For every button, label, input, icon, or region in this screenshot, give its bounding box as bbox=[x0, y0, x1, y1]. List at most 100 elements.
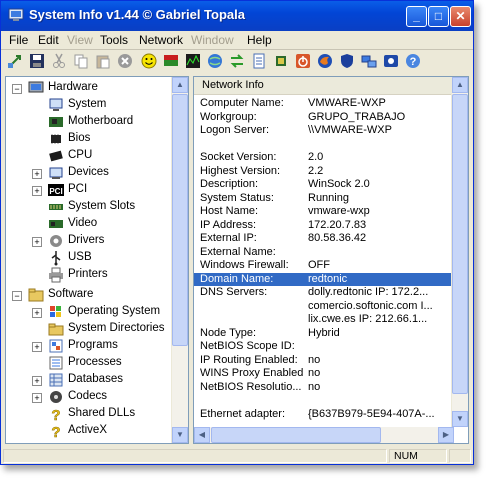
menu-file[interactable]: File bbox=[9, 33, 28, 47]
expand-icon[interactable]: + bbox=[32, 376, 42, 386]
info-row[interactable]: Ethernet adapter: {B637B979-5E94-407A-... bbox=[194, 408, 454, 421]
category-tree[interactable]: − Hardware System Motherboard Bios CPU +… bbox=[5, 76, 189, 444]
info-row[interactable]: Workgroup: GRUPO_TRABAJO bbox=[194, 111, 454, 124]
info-row[interactable]: System Status: Running bbox=[194, 192, 454, 205]
info-row[interactable]: Computer Name: VMWARE-WXP bbox=[194, 97, 454, 110]
menu-window[interactable]: Window bbox=[191, 33, 234, 47]
cpu-icon[interactable] bbox=[273, 53, 289, 69]
info-row[interactable]: Socket Version: 2.0 bbox=[194, 151, 454, 164]
tree-item-shared-dlls[interactable]: ? Shared DLLs bbox=[6, 406, 174, 423]
stop-icon[interactable] bbox=[117, 53, 133, 69]
tree-item-printers[interactable]: Printers bbox=[6, 267, 174, 284]
horizontal-scroll-thumb[interactable] bbox=[211, 427, 381, 443]
info-row[interactable]: Host Name: vmware-wxp bbox=[194, 205, 454, 218]
copy-icon[interactable] bbox=[73, 53, 89, 69]
refresh-icon[interactable] bbox=[7, 53, 23, 69]
minimize-button[interactable]: _ bbox=[406, 6, 427, 27]
expand-icon[interactable]: + bbox=[32, 237, 42, 247]
network-info-panel[interactable]: Network Info Computer Name: VMWARE-WXP Wor… bbox=[193, 76, 469, 444]
expand-icon[interactable]: + bbox=[32, 169, 42, 179]
camera-icon[interactable]: ? bbox=[405, 53, 421, 69]
tree-node-software[interactable]: − Software bbox=[6, 287, 174, 304]
smiley-icon[interactable] bbox=[141, 53, 157, 69]
shield-icon[interactable] bbox=[339, 53, 355, 69]
collapse-icon[interactable]: − bbox=[12, 291, 22, 301]
expand-icon[interactable]: + bbox=[32, 393, 42, 403]
info-row[interactable]: Logon Server: \\VMWARE-WXP bbox=[194, 124, 454, 137]
info-row[interactable]: NetBIOS Resolutio... no bbox=[194, 381, 454, 394]
info-row[interactable]: NetBIOS Scope ID: bbox=[194, 340, 454, 353]
maximize-button[interactable]: □ bbox=[428, 6, 449, 27]
tree-item-system-directories[interactable]: System Directories bbox=[6, 321, 174, 338]
tree-item-operating-system[interactable]: + Operating System bbox=[6, 304, 174, 321]
info-vertical-scrollbar[interactable]: ▲ ▼ bbox=[451, 77, 468, 427]
scroll-up-button[interactable]: ▲ bbox=[172, 77, 188, 93]
pci-icon: PCI bbox=[48, 184, 64, 196]
document-icon[interactable] bbox=[251, 53, 267, 69]
info-row[interactable]: DNS Servers: dolly.redtonic IP: 172.2... bbox=[194, 286, 454, 299]
expand-icon[interactable]: + bbox=[32, 308, 42, 318]
chart-icon[interactable] bbox=[185, 53, 201, 69]
tree-item-processes[interactable]: Processes bbox=[6, 355, 174, 372]
swap-icon[interactable] bbox=[229, 53, 245, 69]
flag-icon[interactable] bbox=[163, 53, 179, 69]
info-row[interactable] bbox=[194, 138, 454, 151]
close-button[interactable]: ✕ bbox=[450, 6, 471, 27]
info-row[interactable] bbox=[194, 394, 454, 407]
scroll-left-button[interactable]: ◀ bbox=[194, 427, 210, 443]
power-icon[interactable] bbox=[295, 53, 311, 69]
menu-tools[interactable]: Tools bbox=[100, 33, 128, 47]
tree-item-programs[interactable]: + Programs bbox=[6, 338, 174, 355]
info-row[interactable]: lix.cwe.es IP: 212.66.1... bbox=[194, 313, 454, 326]
tree-item-pci[interactable]: + PCI PCI bbox=[6, 182, 174, 199]
menu-edit[interactable]: Edit bbox=[38, 33, 59, 47]
tree-item-devices[interactable]: + Devices bbox=[6, 165, 174, 182]
column-header[interactable]: Network Info bbox=[194, 77, 456, 95]
menu-network[interactable]: Network bbox=[139, 33, 183, 47]
info-row[interactable]: Description: WinSock 2.0 bbox=[194, 178, 454, 191]
info-row[interactable]: IP Address: 172.20.7.83 bbox=[194, 219, 454, 232]
globe-icon[interactable] bbox=[207, 53, 223, 69]
tree-item-usb[interactable]: USB bbox=[6, 250, 174, 267]
tree-item-bios[interactable]: Bios bbox=[6, 131, 174, 148]
tree-item-system[interactable]: System bbox=[6, 97, 174, 114]
tree-item-cpu[interactable]: CPU bbox=[6, 148, 174, 165]
tree-item-motherboard[interactable]: Motherboard bbox=[6, 114, 174, 131]
expand-icon[interactable]: + bbox=[32, 342, 42, 352]
tree-node-hardware[interactable]: − Hardware bbox=[6, 80, 174, 97]
paste-icon[interactable] bbox=[95, 53, 111, 69]
scroll-down-button[interactable]: ▼ bbox=[452, 411, 468, 427]
tree-item-codecs[interactable]: + Codecs bbox=[6, 389, 174, 406]
info-row-selected[interactable]: Domain Name: redtonic bbox=[194, 272, 454, 286]
scroll-thumb[interactable] bbox=[452, 94, 468, 394]
info-horizontal-scrollbar[interactable]: ◀ ▶ bbox=[194, 427, 454, 443]
info-row[interactable]: External IP: 80.58.36.42 bbox=[194, 232, 454, 245]
save-icon[interactable] bbox=[29, 53, 45, 69]
collapse-icon[interactable]: − bbox=[12, 84, 22, 94]
info-row[interactable]: IP Routing Enabled: no bbox=[194, 354, 454, 367]
scroll-thumb[interactable] bbox=[172, 94, 188, 346]
tree-item-video[interactable]: Video bbox=[6, 216, 174, 233]
scroll-right-button[interactable]: ▶ bbox=[438, 427, 454, 443]
tree-item-system-slots[interactable]: System Slots bbox=[6, 199, 174, 216]
tree-item-activex[interactable]: ? ActiveX bbox=[6, 423, 174, 440]
menu-help[interactable]: Help bbox=[247, 33, 272, 47]
network-icon[interactable] bbox=[361, 53, 377, 69]
info-row[interactable]: External Name: bbox=[194, 246, 454, 259]
info-row[interactable]: Node Type: Hybrid bbox=[194, 327, 454, 340]
scroll-down-button[interactable]: ▼ bbox=[172, 427, 188, 443]
title-bar[interactable]: System Info v1.44 © Gabriel Topala _ □ ✕ bbox=[1, 1, 473, 31]
scroll-up-button[interactable]: ▲ bbox=[452, 77, 468, 93]
cut-icon[interactable] bbox=[51, 53, 67, 69]
tree-item-databases[interactable]: + Databases bbox=[6, 372, 174, 389]
tree-item-drivers[interactable]: + Drivers bbox=[6, 233, 174, 250]
info-row[interactable]: WINS Proxy Enabled: no bbox=[194, 367, 454, 380]
menu-view[interactable]: View bbox=[67, 33, 93, 47]
expand-icon[interactable]: + bbox=[32, 186, 42, 196]
info-row[interactable]: Windows Firewall: OFF bbox=[194, 259, 454, 272]
drive-icon[interactable] bbox=[383, 53, 399, 69]
firefox-icon[interactable] bbox=[317, 53, 333, 69]
info-row[interactable]: Highest Version: 2.2 bbox=[194, 165, 454, 178]
info-row[interactable]: comercio.softonic.com I... bbox=[194, 300, 454, 313]
tree-vertical-scrollbar[interactable]: ▲ ▼ bbox=[171, 77, 188, 443]
